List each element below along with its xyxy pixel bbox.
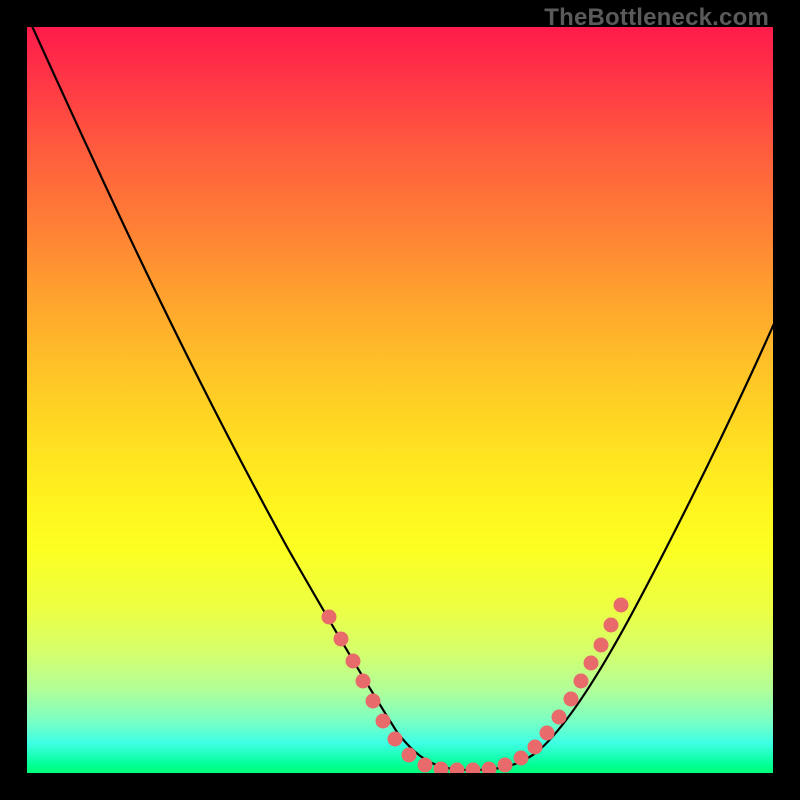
curve-marker [540, 726, 555, 741]
bottleneck-curve [27, 27, 773, 770]
curve-marker [322, 610, 337, 625]
curve-marker [574, 674, 589, 689]
curve-marker [614, 598, 629, 613]
chart-stage: TheBottleneck.com [0, 0, 800, 800]
plot-area [27, 27, 773, 773]
curve-marker [514, 751, 529, 766]
curve-marker [552, 710, 567, 725]
curve-marker [594, 638, 609, 653]
curve-marker [334, 632, 349, 647]
curve-marker [388, 732, 403, 747]
curve-marker [450, 763, 465, 774]
curve-marker [402, 748, 417, 763]
curve-marker [498, 758, 513, 773]
curve-marker [434, 762, 449, 774]
curve-marker [376, 714, 391, 729]
curve-marker [356, 674, 371, 689]
curve-marker [466, 763, 481, 774]
curve-marker [584, 656, 599, 671]
curve-marker [418, 758, 433, 773]
curve-marker [564, 692, 579, 707]
marker-layer [322, 598, 629, 774]
curve-marker [482, 762, 497, 774]
bottleneck-curve-svg [27, 27, 773, 773]
curve-marker [604, 618, 619, 633]
watermark-text: TheBottleneck.com [544, 4, 769, 32]
curve-marker [528, 740, 543, 755]
curve-marker [366, 694, 381, 709]
curve-marker [346, 654, 361, 669]
